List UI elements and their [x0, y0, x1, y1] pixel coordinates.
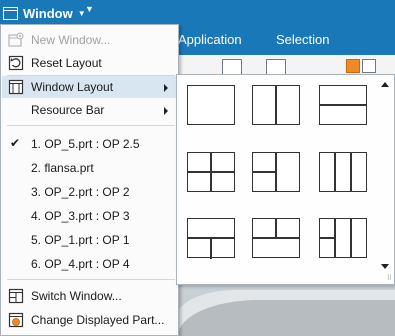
checkmark-icon: ✔ — [10, 136, 21, 150]
layout-single[interactable] — [187, 85, 235, 125]
menu-item-window-layout[interactable]: Window Layout — [2, 76, 178, 98]
layout-four-grid[interactable] — [187, 152, 235, 192]
menu-item-recent-part[interactable]: 6. OP_4.prt : OP 4 — [2, 253, 178, 275]
menu-item-label: 6. OP_4.prt : OP 4 — [31, 257, 130, 271]
layout-two-horizontal[interactable] — [319, 85, 367, 125]
menu-item-change-displayed-part[interactable]: Change Displayed Part... — [2, 309, 178, 331]
menu-separator — [7, 279, 175, 280]
layout-four-vertical[interactable] — [319, 218, 367, 258]
tab-application[interactable]: Application — [178, 32, 242, 47]
quick-access-more-icon[interactable]: ▼ — [85, 4, 94, 14]
menu-item-label: New Window... — [31, 33, 111, 47]
menu-item-recent-part[interactable]: 5. OP_1.prt : OP 1 — [2, 229, 178, 251]
menu-item-label: 3. OP_2.prt : OP 2 — [31, 185, 130, 199]
tab-selection[interactable]: Selection — [276, 32, 329, 47]
reset-layout-icon — [8, 55, 24, 71]
ribbon-tool-icon[interactable] — [362, 59, 376, 73]
window-layout-icon — [8, 79, 24, 95]
scroll-up-icon[interactable] — [381, 82, 389, 87]
menu-item-recent-part[interactable]: 4. OP_3.prt : OP 3 — [2, 205, 178, 227]
menu-item-label: 2. flansa.prt — [31, 161, 94, 175]
layout-two-vertical[interactable] — [252, 85, 300, 125]
ribbon-tool-icon[interactable] — [346, 59, 360, 73]
layout-three-top-split[interactable] — [252, 218, 300, 258]
new-window-icon — [8, 32, 24, 47]
menu-item-label: Window Layout — [31, 80, 114, 94]
scroll-down-icon[interactable] — [381, 264, 389, 269]
window-layout-submenu: ⠿ — [176, 74, 395, 285]
menu-item-label: Change Displayed Part... — [31, 313, 165, 327]
submenu-arrow-icon — [164, 84, 168, 92]
layout-three-vertical[interactable] — [319, 152, 367, 192]
layout-three-bottom-split[interactable] — [187, 218, 235, 259]
menu-item-reset-layout[interactable]: Reset Layout — [2, 52, 178, 74]
change-part-icon — [8, 312, 24, 328]
layout-three-left-split[interactable] — [252, 152, 300, 192]
menu-item-resource-bar[interactable]: Resource Bar — [2, 99, 178, 121]
resize-grip-icon[interactable]: ⠿ — [387, 274, 392, 282]
menu-item-label: Resource Bar — [31, 103, 105, 117]
ribbon-tool-icon[interactable] — [222, 59, 242, 75]
menu-item-recent-part[interactable]: ✔ 1. OP_5.prt : OP 2.5 — [2, 133, 178, 155]
ribbon-tool-icon[interactable] — [266, 59, 286, 75]
menu-item-label: Reset Layout — [31, 56, 102, 70]
menu-item-recent-part[interactable]: 2. flansa.prt — [2, 157, 178, 179]
menu-item-label: 4. OP_3.prt : OP 3 — [31, 209, 130, 223]
window-dropdown-menu: New Window... Reset Layout Window Layout… — [0, 24, 179, 336]
submenu-arrow-icon — [164, 107, 168, 115]
menu-item-new-window: New Window... — [2, 29, 178, 51]
menu-item-label: Switch Window... — [31, 289, 122, 303]
switch-window-icon — [8, 288, 24, 304]
window-icon — [3, 6, 18, 20]
menu-item-switch-window[interactable]: Switch Window... — [2, 285, 178, 307]
menu-item-recent-part[interactable]: 3. OP_2.prt : OP 2 — [2, 181, 178, 203]
menu-separator — [7, 125, 175, 126]
menu-item-label: 1. OP_5.prt : OP 2.5 — [31, 137, 140, 151]
menu-item-label: 5. OP_1.prt : OP 1 — [31, 233, 130, 247]
window-menu-button[interactable]: Window ▼ — [3, 3, 98, 23]
window-menu-label: Window — [23, 5, 73, 21]
